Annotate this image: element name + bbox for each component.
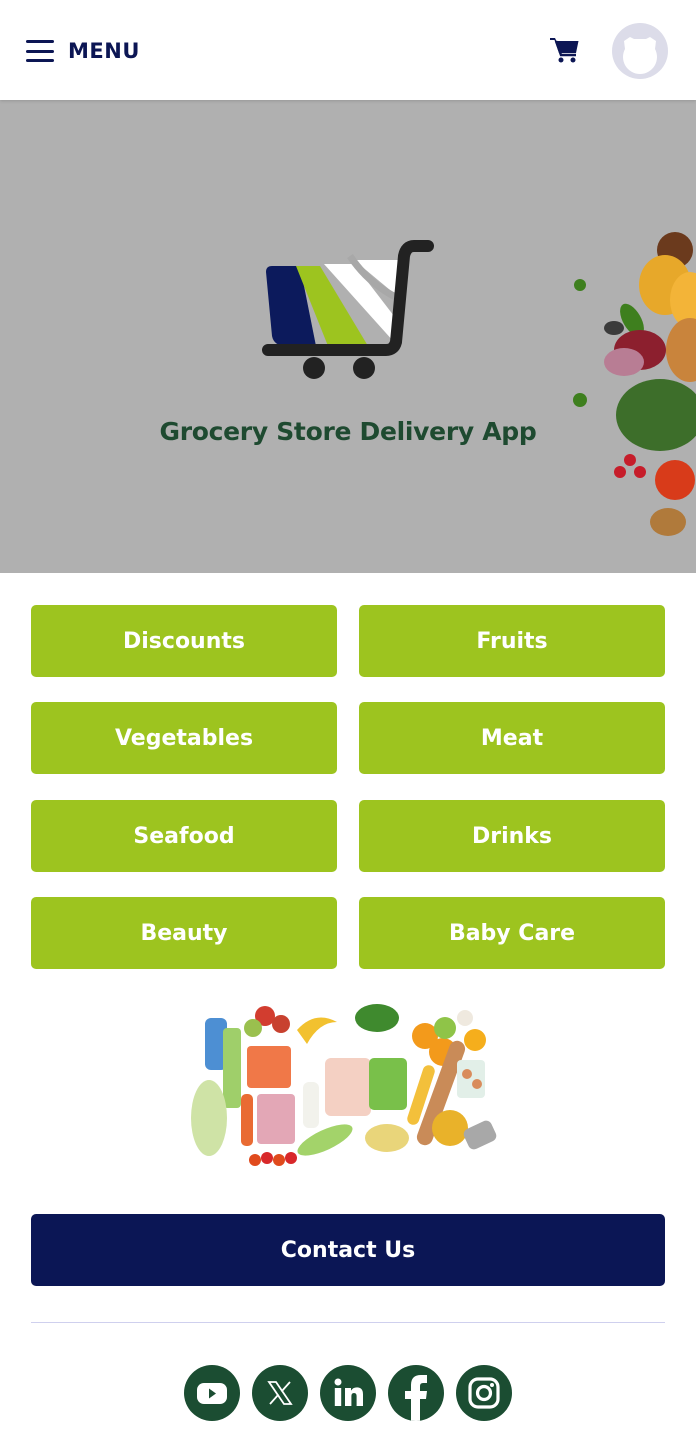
shopping-cart-icon <box>550 38 579 63</box>
category-drinks-button[interactable]: Drinks <box>359 800 665 872</box>
divider <box>31 1322 665 1323</box>
groceries-image <box>191 1004 497 1166</box>
category-beauty-button[interactable]: Beauty <box>31 897 337 969</box>
user-avatar-icon <box>623 37 657 74</box>
linkedin-icon <box>334 1378 363 1406</box>
category-baby-care-button[interactable]: Baby Care <box>359 897 665 969</box>
hamburger-icon <box>26 40 54 62</box>
vegetables-image <box>573 232 696 536</box>
youtube-link[interactable] <box>184 1365 240 1421</box>
category-vegetables-button[interactable]: Vegetables <box>31 702 337 774</box>
instagram-icon <box>468 1377 500 1409</box>
social-links <box>184 1365 512 1421</box>
x-twitter-icon <box>267 1381 293 1405</box>
x-twitter-link[interactable] <box>252 1365 308 1421</box>
contact-us-button[interactable]: Contact Us <box>31 1214 665 1286</box>
category-meat-button[interactable]: Meat <box>359 702 665 774</box>
instagram-link[interactable] <box>456 1365 512 1421</box>
cart-button[interactable] <box>548 33 582 67</box>
hero-banner: Grocery Store Delivery App <box>0 100 696 573</box>
shopping-cart-logo <box>262 240 434 379</box>
youtube-icon <box>197 1383 227 1404</box>
facebook-icon <box>405 1375 427 1421</box>
menu-label: MENU <box>68 39 140 63</box>
linkedin-link[interactable] <box>320 1365 376 1421</box>
menu-button[interactable]: MENU <box>26 36 140 66</box>
facebook-link[interactable] <box>388 1365 444 1421</box>
app-header: MENU <box>0 0 696 100</box>
user-avatar[interactable] <box>612 23 668 79</box>
category-seafood-button[interactable]: Seafood <box>31 800 337 872</box>
category-discounts-button[interactable]: Discounts <box>31 605 337 677</box>
category-fruits-button[interactable]: Fruits <box>359 605 665 677</box>
